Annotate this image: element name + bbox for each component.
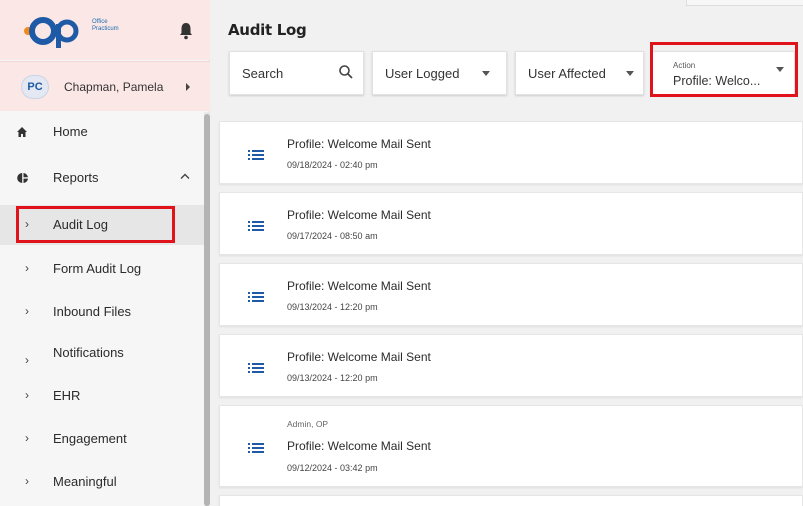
user-affected-dropdown[interactable]: User Affected	[515, 51, 644, 95]
brand-text: Office Practicum	[92, 19, 119, 32]
sidebar: Office Practicum PC Chapman, Pamela Home…	[0, 0, 210, 506]
highlight-box-action	[650, 42, 798, 97]
highlight-box-audit-log	[16, 206, 175, 243]
list-item[interactable]	[219, 495, 803, 506]
chevron-right-icon: ›	[25, 261, 29, 275]
list-icon	[248, 443, 264, 453]
logo-bar: Office Practicum	[0, 0, 210, 60]
sidebar-item-label: Notifications	[53, 345, 124, 360]
search-field[interactable]: Search	[229, 51, 364, 95]
chevron-right-icon: ›	[25, 353, 29, 367]
user-name: Chapman, Pamela	[64, 80, 164, 94]
sidebar-item-label: Home	[53, 124, 88, 139]
entry-date: 09/13/2024 - 12:20 pm	[287, 302, 378, 312]
entry-date: 09/17/2024 - 08:50 am	[287, 231, 378, 241]
sidebar-item-label: Inbound Files	[53, 304, 132, 319]
chevron-up-icon	[180, 173, 190, 179]
home-icon	[17, 127, 27, 137]
entry-user: Admin, OP	[287, 419, 329, 429]
entry-date: 09/12/2024 - 03:42 pm	[287, 463, 378, 473]
list-item[interactable]: Profile: Welcome Mail Sent 09/13/2024 - …	[219, 334, 803, 397]
list-icon	[248, 221, 264, 231]
sidebar-item-label: Engagement	[53, 431, 127, 446]
sidebar-item-notifications[interactable]: › Notifications	[0, 333, 204, 373]
avatar: PC	[21, 75, 49, 99]
sidebar-item-ehr[interactable]: › EHR	[0, 376, 204, 416]
chevron-right-icon: ›	[25, 304, 29, 318]
list-item[interactable]: Admin, OP Profile: Welcome Mail Sent 09/…	[219, 405, 803, 487]
list-icon	[248, 292, 264, 302]
caret-down-icon	[482, 71, 490, 76]
sidebar-item-inbound-files[interactable]: › Inbound Files	[0, 292, 204, 332]
bell-icon[interactable]	[179, 22, 193, 40]
entry-title: Profile: Welcome Mail Sent	[287, 439, 431, 453]
list-icon	[248, 150, 264, 160]
search-icon[interactable]	[338, 64, 354, 80]
page-title: Audit Log	[228, 21, 307, 39]
sidebar-item-meaningful[interactable]: › Meaningful	[0, 462, 204, 502]
entry-title: Profile: Welcome Mail Sent	[287, 208, 431, 222]
user-logged-dropdown[interactable]: User Logged	[372, 51, 507, 95]
chevron-right-icon: ›	[25, 388, 29, 402]
list-item[interactable]: Profile: Welcome Mail Sent 09/17/2024 - …	[219, 192, 803, 255]
entry-title: Profile: Welcome Mail Sent	[287, 137, 431, 151]
list-item[interactable]: Profile: Welcome Mail Sent 09/13/2024 - …	[219, 263, 803, 326]
search-label: Search	[242, 66, 284, 81]
chevron-right-icon	[186, 83, 190, 91]
sidebar-item-form-audit-log[interactable]: › Form Audit Log	[0, 249, 204, 289]
sidebar-item-label: Meaningful	[53, 474, 117, 489]
chevron-right-icon: ›	[25, 431, 29, 445]
user-menu[interactable]: PC Chapman, Pamela	[0, 61, 210, 111]
entry-date: 09/13/2024 - 12:20 pm	[287, 373, 378, 383]
chevron-right-icon: ›	[25, 474, 29, 488]
entry-title: Profile: Welcome Mail Sent	[287, 350, 431, 364]
entry-title: Profile: Welcome Mail Sent	[287, 279, 431, 293]
sidebar-item-home[interactable]: Home	[0, 112, 204, 152]
user-logged-label: User Logged	[385, 66, 460, 81]
list-item[interactable]: Profile: Welcome Mail Sent 09/18/2024 - …	[219, 121, 803, 184]
sidebar-item-label: Form Audit Log	[53, 261, 142, 276]
pie-chart-icon	[17, 173, 28, 183]
caret-down-icon	[626, 71, 634, 76]
sidebar-item-label: EHR	[53, 388, 81, 403]
sidebar-scrollbar-thumb[interactable]	[204, 114, 210, 506]
entry-date: 09/18/2024 - 02:40 pm	[287, 160, 378, 170]
user-affected-label: User Affected	[528, 66, 606, 81]
sidebar-item-engagement[interactable]: › Engagement	[0, 419, 204, 459]
top-edge-tab	[686, 0, 803, 6]
list-icon	[248, 363, 264, 373]
sidebar-item-label: Reports	[53, 170, 99, 185]
sidebar-item-reports[interactable]: Reports	[0, 158, 204, 198]
